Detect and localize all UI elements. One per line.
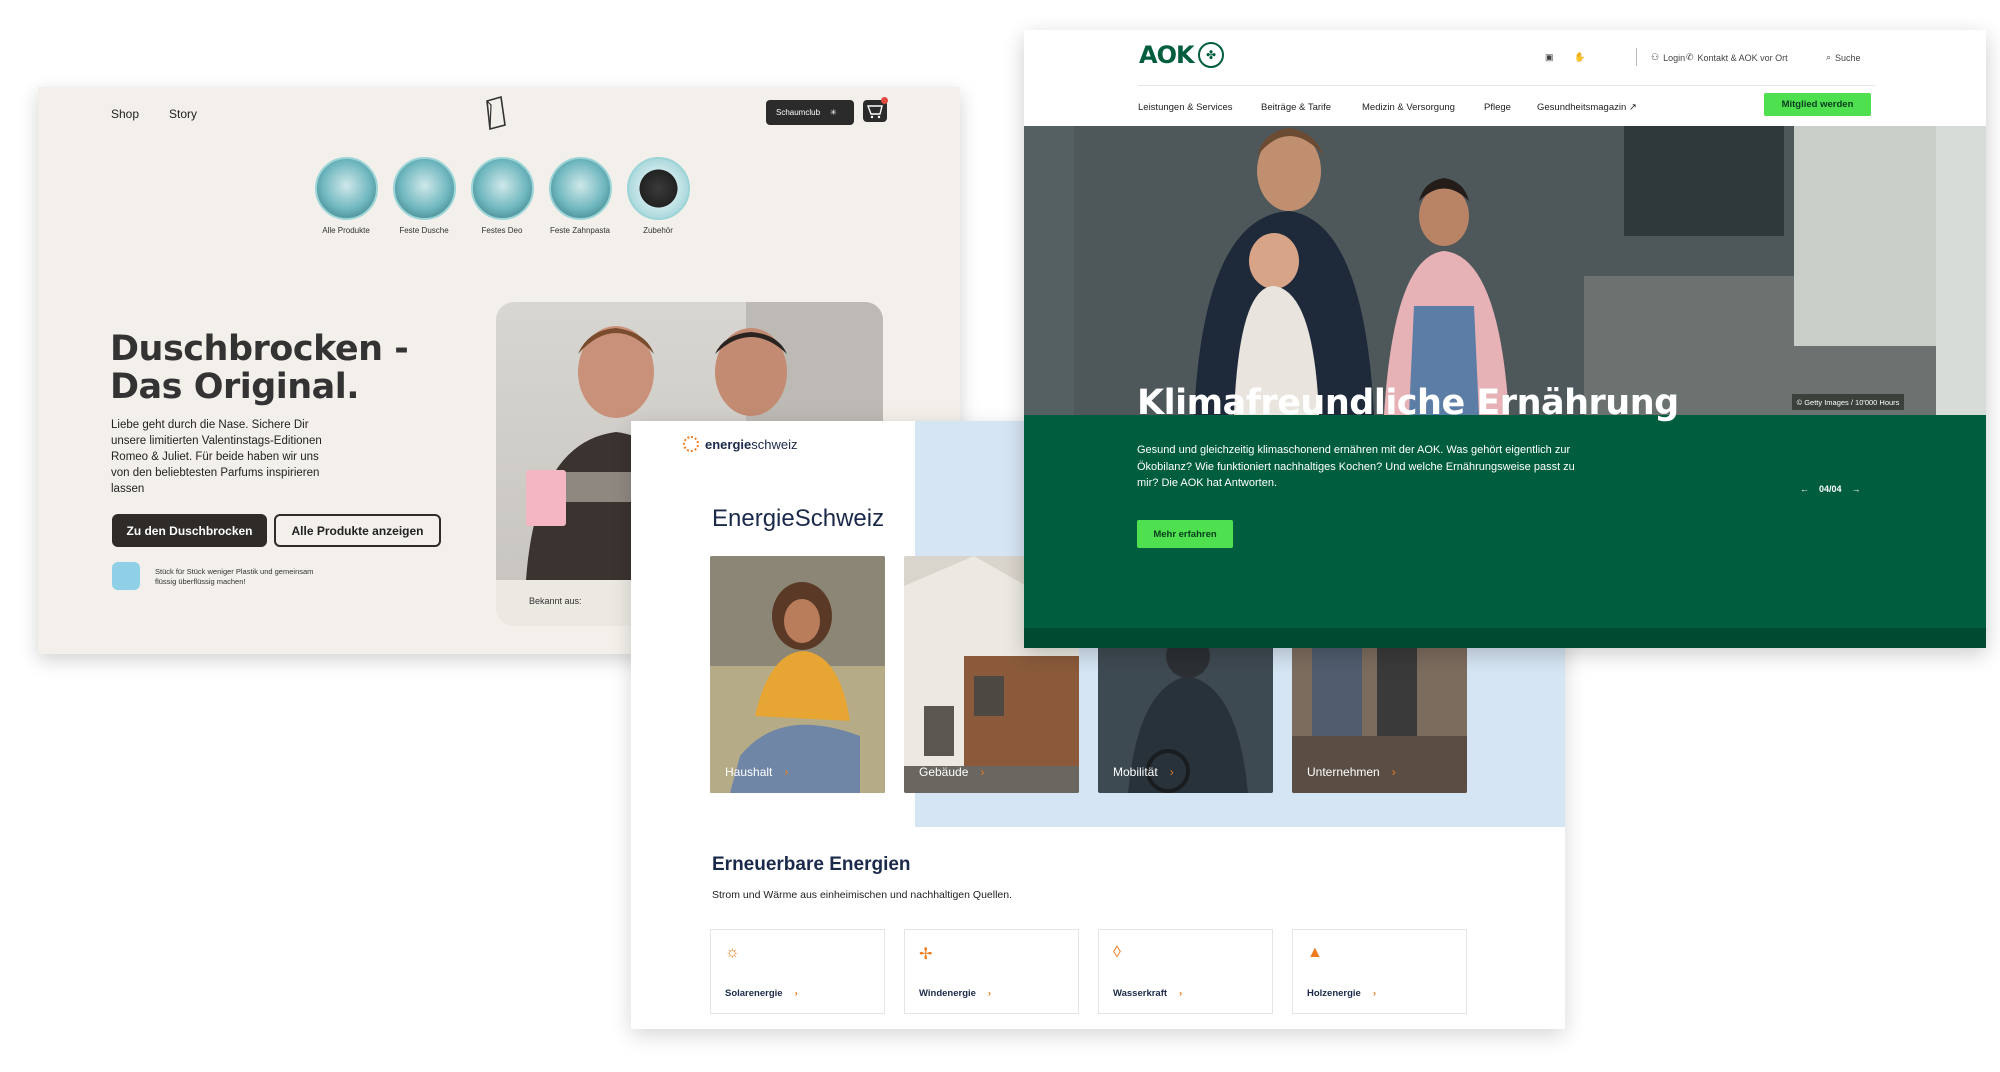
category-label: Festes Deo <box>481 226 523 235</box>
tile-wasserkraft[interactable]: ◊ Wasserkraft › <box>1098 929 1273 1014</box>
category-accessories[interactable]: Zubehör <box>619 157 697 235</box>
category-image <box>392 157 456 220</box>
chevron-right-icon: › <box>980 765 985 779</box>
tile-label: Solarenergie › <box>725 988 798 999</box>
arrow-right-icon[interactable]: → <box>1852 484 1861 494</box>
hero-headline-line2: Das Original. <box>110 367 360 407</box>
category-deo[interactable]: Festes Deo <box>463 157 541 235</box>
category-image <box>470 157 534 220</box>
section-title: Erneuerbare Energien <box>712 854 911 875</box>
aok-tree-logo-icon: ✤ <box>1197 42 1224 68</box>
schaumclub-button[interactable]: Schaumclub ✳ <box>766 100 854 125</box>
category-label: Feste Zahnpasta <box>549 226 611 235</box>
category-image <box>548 157 612 220</box>
tile-solarenergie[interactable]: ☼ Solarenergie › <box>710 929 885 1014</box>
slide-counter: 04/04 <box>1819 484 1842 494</box>
nav-shop-link[interactable]: Shop <box>111 107 139 121</box>
tile-holzenergie[interactable]: ▲ Holzenergie › <box>1292 929 1467 1014</box>
easy-language-icon[interactable]: ✋ <box>1574 52 1585 63</box>
all-products-button[interactable]: Alle Produkte anzeigen <box>274 514 441 547</box>
slider-pager: ← 04/04 → <box>1800 484 1861 494</box>
category-image <box>314 157 378 220</box>
chevron-right-icon: › <box>1179 988 1183 999</box>
hero-intro: Liebe geht durch die Nase. Sichere Dir u… <box>111 419 322 495</box>
card-label: Gebäude › <box>919 765 985 779</box>
aok-logo-text: AOK <box>1139 41 1195 69</box>
chevron-right-icon: › <box>1391 765 1396 779</box>
phone-icon: ✆ <box>1686 52 1694 62</box>
nav-leistungen[interactable]: Leistungen & Services <box>1138 102 1233 113</box>
tile-label: Holzenergie › <box>1307 988 1377 999</box>
section-subtitle: Strom und Wärme aus einheimischen und na… <box>712 889 1013 901</box>
user-icon: ⚇ <box>1651 52 1660 62</box>
tree-icon: ▲ <box>1307 944 1323 961</box>
category-toothpaste[interactable]: Feste Zahnpasta <box>541 157 619 235</box>
login-link[interactable]: ⚇ Login <box>1651 52 1685 63</box>
chevron-right-icon: › <box>784 765 789 779</box>
category-shower[interactable]: Feste Dusche <box>385 157 463 235</box>
schaumclub-label: Schaumclub <box>776 108 821 117</box>
nav-gesundheitsmagazin[interactable]: Gesundheitsmagazin ↗ <box>1537 102 1637 113</box>
logo-text: energieschweiz <box>705 436 798 452</box>
category-image <box>626 157 690 220</box>
card-label: Haushalt › <box>725 765 789 779</box>
category-label: Zubehör <box>643 226 673 235</box>
category-label: Alle Produkte <box>322 226 370 235</box>
duschbrocken-logo-icon[interactable] <box>484 95 508 131</box>
search-icon: ⌕ <box>1826 52 1832 62</box>
arrow-left-icon[interactable]: ← <box>1800 484 1809 494</box>
search-link[interactable]: ⌕ Suche <box>1826 52 1861 63</box>
nav-pflege[interactable]: Pflege <box>1484 102 1511 113</box>
collage: Shop Story Schaumclub ✳ Alle Produkte Fe… <box>0 0 2000 1072</box>
card-label: Unternehmen › <box>1307 765 1396 779</box>
nav-story-link[interactable]: Story <box>169 107 197 121</box>
category-all-products[interactable]: Alle Produkte <box>307 157 385 235</box>
sustainability-text: Stück für Stück weniger Plastik und geme… <box>155 567 314 586</box>
learn-more-button[interactable]: Mehr erfahren <box>1137 520 1233 548</box>
sun-logo-icon <box>683 436 699 452</box>
page-title: EnergieSchweiz <box>712 505 885 532</box>
hero-green-footer <box>1024 628 1986 648</box>
wind-turbine-icon: ✢ <box>919 946 933 963</box>
hero-photo-family-kitchen <box>1024 126 1986 415</box>
aok-screenshot: AOK ✤ ▣ ✋ ⚇ Login ✆ Kontakt & AOK vor Ort … <box>1024 30 1986 648</box>
tile-label: Wasserkraft › <box>1113 988 1183 999</box>
chevron-right-icon: › <box>1169 765 1174 779</box>
image-credit: © Getty Images / 10'000 Hours <box>1792 394 1904 410</box>
contact-link[interactable]: ✆ Kontakt & AOK vor Ort <box>1686 52 1788 63</box>
energieschweiz-logo[interactable]: energieschweiz <box>683 436 798 452</box>
haushalt-photo <box>710 556 885 793</box>
card-label: Mobilität › <box>1113 765 1174 779</box>
chevron-right-icon: › <box>1372 988 1377 999</box>
sustainability-badge-icon <box>112 562 140 590</box>
card-haushalt[interactable]: Haushalt › <box>710 556 885 793</box>
chevron-right-icon: › <box>987 988 992 999</box>
utility-divider <box>1636 48 1637 66</box>
become-member-button[interactable]: Mitglied werden <box>1764 93 1871 116</box>
hero-headline: Duschbrocken - Das Original. <box>110 329 409 407</box>
category-label: Feste Dusche <box>399 226 449 235</box>
nav-medizin[interactable]: Medizin & Versorgung <box>1362 102 1455 113</box>
sun-icon: ☼ <box>725 944 740 961</box>
hero-headline-line1: Duschbrocken - <box>110 329 409 369</box>
chevron-right-icon: › <box>794 988 798 999</box>
hero-description: Gesund und gleichzeitig klimaschonend er… <box>1137 444 1575 489</box>
water-drop-icon: ◊ <box>1113 944 1121 961</box>
sign-language-icon[interactable]: ▣ <box>1545 52 1554 63</box>
nav-beitraege[interactable]: Beiträge & Tarife <box>1261 102 1331 113</box>
sparkle-icon: ✳ <box>830 108 837 117</box>
aok-logo[interactable]: AOK ✤ <box>1139 41 1224 69</box>
header-divider <box>1138 85 1875 86</box>
tile-label: Windenergie › <box>919 988 992 999</box>
hero-headline: Klimafreundliche Ernährung <box>1137 383 1679 423</box>
to-duschbrocken-button[interactable]: Zu den Duschbrocken <box>112 514 267 547</box>
cart-badge <box>881 97 888 104</box>
tile-windenergie[interactable]: ✢ Windenergie › <box>904 929 1079 1014</box>
